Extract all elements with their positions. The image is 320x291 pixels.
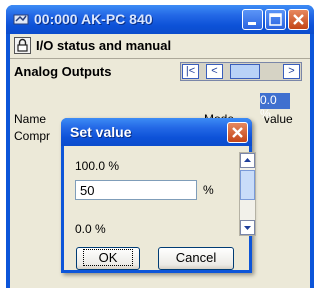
page-title: I/O status and manual [36, 38, 172, 53]
close-button[interactable] [288, 9, 309, 30]
ok-label: OK [82, 249, 134, 266]
first-page-button[interactable]: |< [182, 64, 199, 79]
next-page-icon: > [288, 65, 295, 77]
cancel-label: Cancel [175, 250, 217, 265]
column-header-name: Name [14, 112, 47, 126]
unit-label: % [203, 183, 214, 197]
maximize-icon [269, 13, 282, 26]
maximize-button[interactable] [265, 9, 286, 30]
slider-up-button[interactable] [240, 153, 255, 168]
title-bar[interactable]: 00:000 AK-PC 840 [6, 5, 314, 34]
prev-page-icon: < [211, 65, 218, 77]
page-scroll-thumb[interactable] [230, 64, 260, 79]
window-title: 00:000 AK-PC 840 [34, 11, 153, 27]
minimize-button[interactable] [242, 9, 263, 30]
cancel-button[interactable]: Cancel [158, 247, 234, 270]
dialog-title: Set value [70, 124, 132, 140]
arrow-down-icon [244, 226, 251, 230]
ok-button[interactable]: OK [76, 247, 140, 270]
set-value-dialog: Set value 100.0 % % 0.0 % OK Cancel [61, 118, 256, 273]
close-icon [232, 127, 243, 138]
min-value-label: 0.0 % [75, 222, 106, 236]
close-icon [293, 14, 304, 25]
slider-thumb[interactable] [240, 170, 255, 200]
max-value-label: 100.0 % [75, 159, 120, 173]
lock-icon [17, 38, 28, 52]
value-slider[interactable] [239, 152, 256, 236]
dialog-content: 100.0 % % 0.0 % OK Cancel [64, 146, 256, 270]
arrow-up-icon [244, 158, 251, 162]
prev-page-button[interactable]: < [206, 64, 223, 79]
lock-button[interactable] [14, 37, 31, 54]
first-page-icon: |< [185, 65, 196, 77]
header-divider [10, 58, 310, 59]
app-icon [13, 14, 29, 25]
page-navigator: |< < > [180, 62, 302, 81]
dialog-close-button[interactable] [227, 122, 248, 143]
minimize-icon [248, 22, 256, 25]
row-name[interactable]: Compr [14, 129, 50, 143]
slider-down-button[interactable] [240, 220, 255, 235]
value-input[interactable] [75, 180, 197, 200]
section-title: Analog Outputs [14, 64, 112, 79]
dialog-title-bar[interactable]: Set value [61, 118, 252, 146]
next-page-button[interactable]: > [283, 64, 300, 79]
row-value-cell[interactable]: 0.0 % [260, 93, 290, 121]
